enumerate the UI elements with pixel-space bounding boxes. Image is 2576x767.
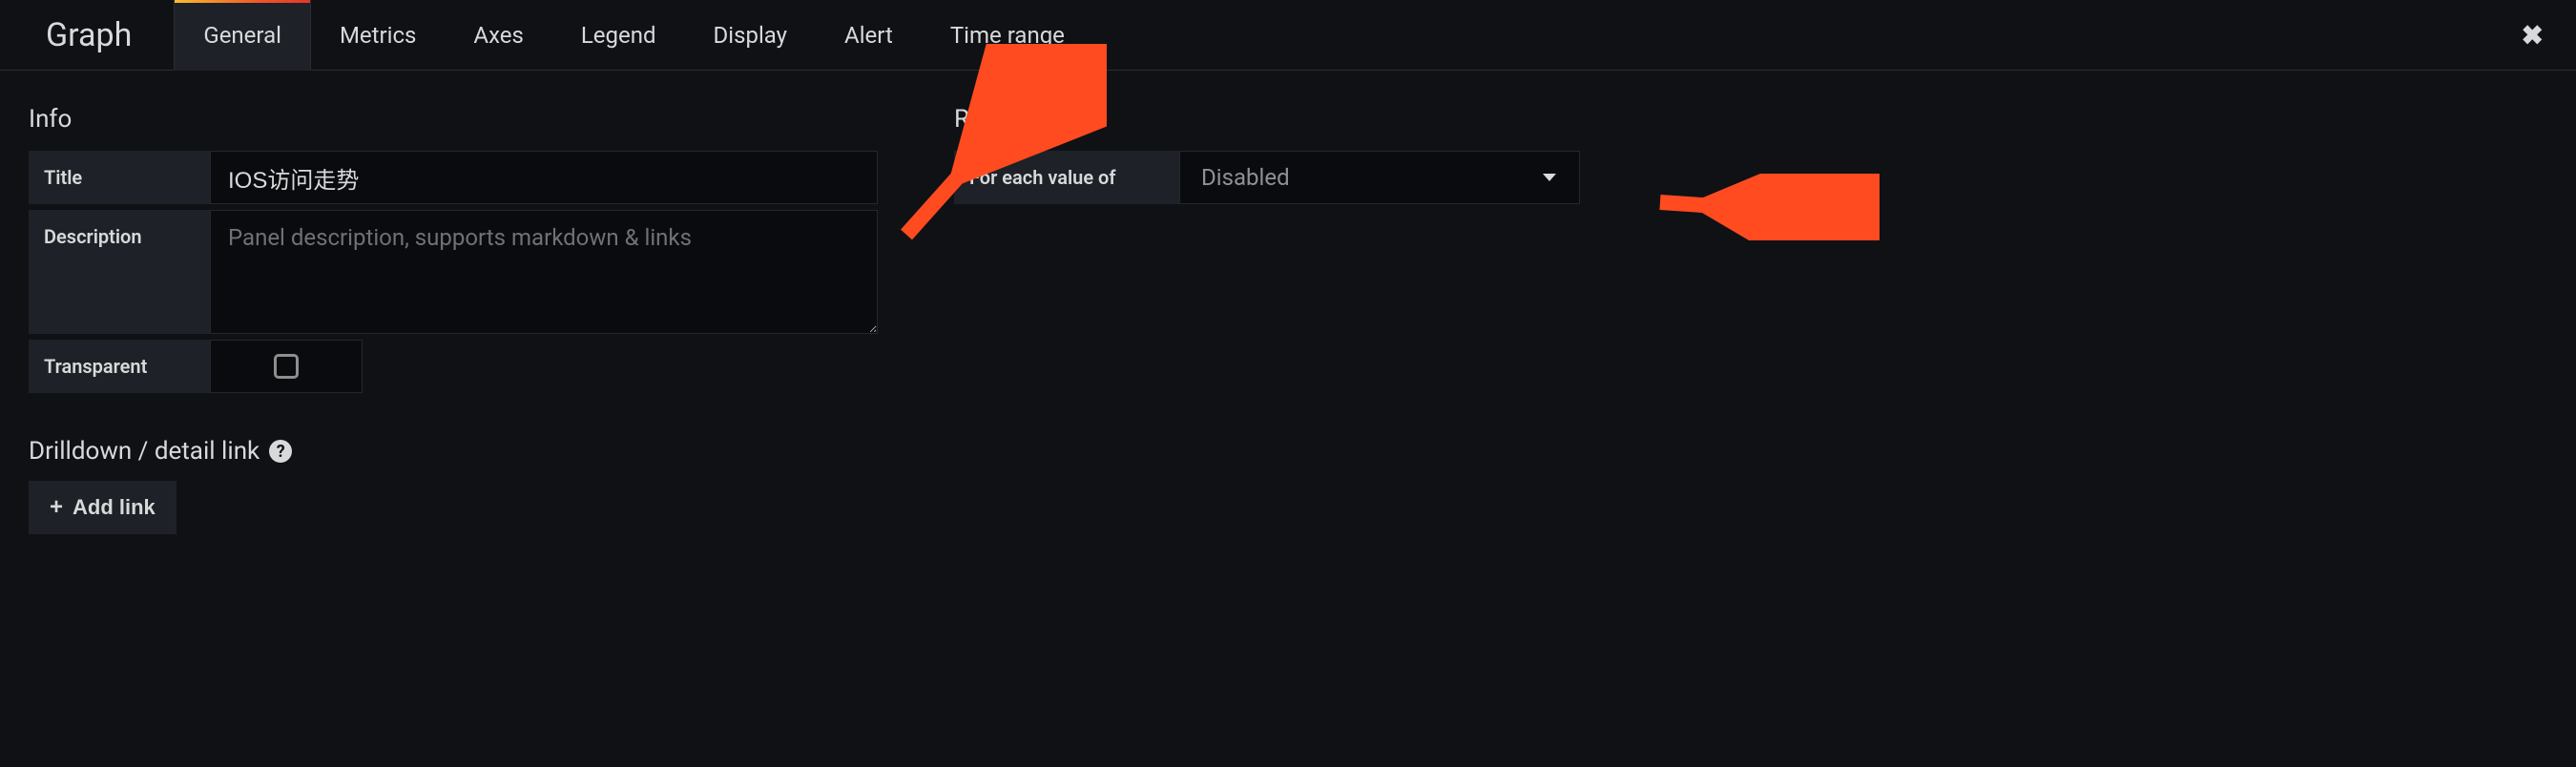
add-link-label: Add link <box>73 495 156 520</box>
panel-type-title: Graph <box>46 0 174 70</box>
tab-time-range[interactable]: Time range <box>922 0 1093 70</box>
tab-axes[interactable]: Axes <box>445 0 551 70</box>
section-info: Info Title Description Transparent <box>29 105 878 399</box>
for-each-label: For each value of <box>954 151 1179 204</box>
tab-list: General Metrics Axes Legend Display Aler… <box>174 0 1093 70</box>
tab-legend[interactable]: Legend <box>552 0 685 70</box>
tab-alert[interactable]: Alert <box>816 0 922 70</box>
tab-bar: Graph General Metrics Axes Legend Displa… <box>0 0 2576 71</box>
tab-display[interactable]: Display <box>685 0 817 70</box>
row-transparent: Transparent <box>29 340 878 393</box>
for-each-value: Disabled <box>1201 164 1290 191</box>
close-icon[interactable]: ✖ <box>2522 19 2544 51</box>
transparent-checkbox[interactable] <box>274 354 299 379</box>
tab-metrics[interactable]: Metrics <box>311 0 445 70</box>
row-title: Title <box>29 151 878 204</box>
title-input[interactable] <box>210 151 878 204</box>
title-label: Title <box>29 151 210 204</box>
for-each-select[interactable]: Disabled <box>1179 151 1580 204</box>
drilldown-heading: Drilldown / detail link ? <box>29 437 2547 466</box>
section-repeat: Repeat For each value of Disabled <box>954 105 1580 399</box>
content: Info Title Description Transparent Repea… <box>0 71 2576 437</box>
row-for-each: For each value of Disabled <box>954 151 1580 204</box>
section-drilldown: Drilldown / detail link ? + Add link <box>0 437 2576 572</box>
plus-icon: + <box>50 494 63 521</box>
description-input[interactable] <box>210 210 878 334</box>
help-icon[interactable]: ? <box>269 440 292 463</box>
transparent-checkbox-cell <box>210 340 363 393</box>
drilldown-heading-text: Drilldown / detail link <box>29 437 260 466</box>
transparent-label: Transparent <box>29 340 210 393</box>
add-link-button[interactable]: + Add link <box>29 481 177 534</box>
row-description: Description <box>29 210 878 334</box>
repeat-heading: Repeat <box>954 105 1580 134</box>
info-heading: Info <box>29 105 878 134</box>
tab-general[interactable]: General <box>174 0 311 71</box>
annotation-arrow-icon <box>1631 174 1880 240</box>
description-label: Description <box>29 210 210 334</box>
chevron-down-icon <box>1543 174 1556 181</box>
